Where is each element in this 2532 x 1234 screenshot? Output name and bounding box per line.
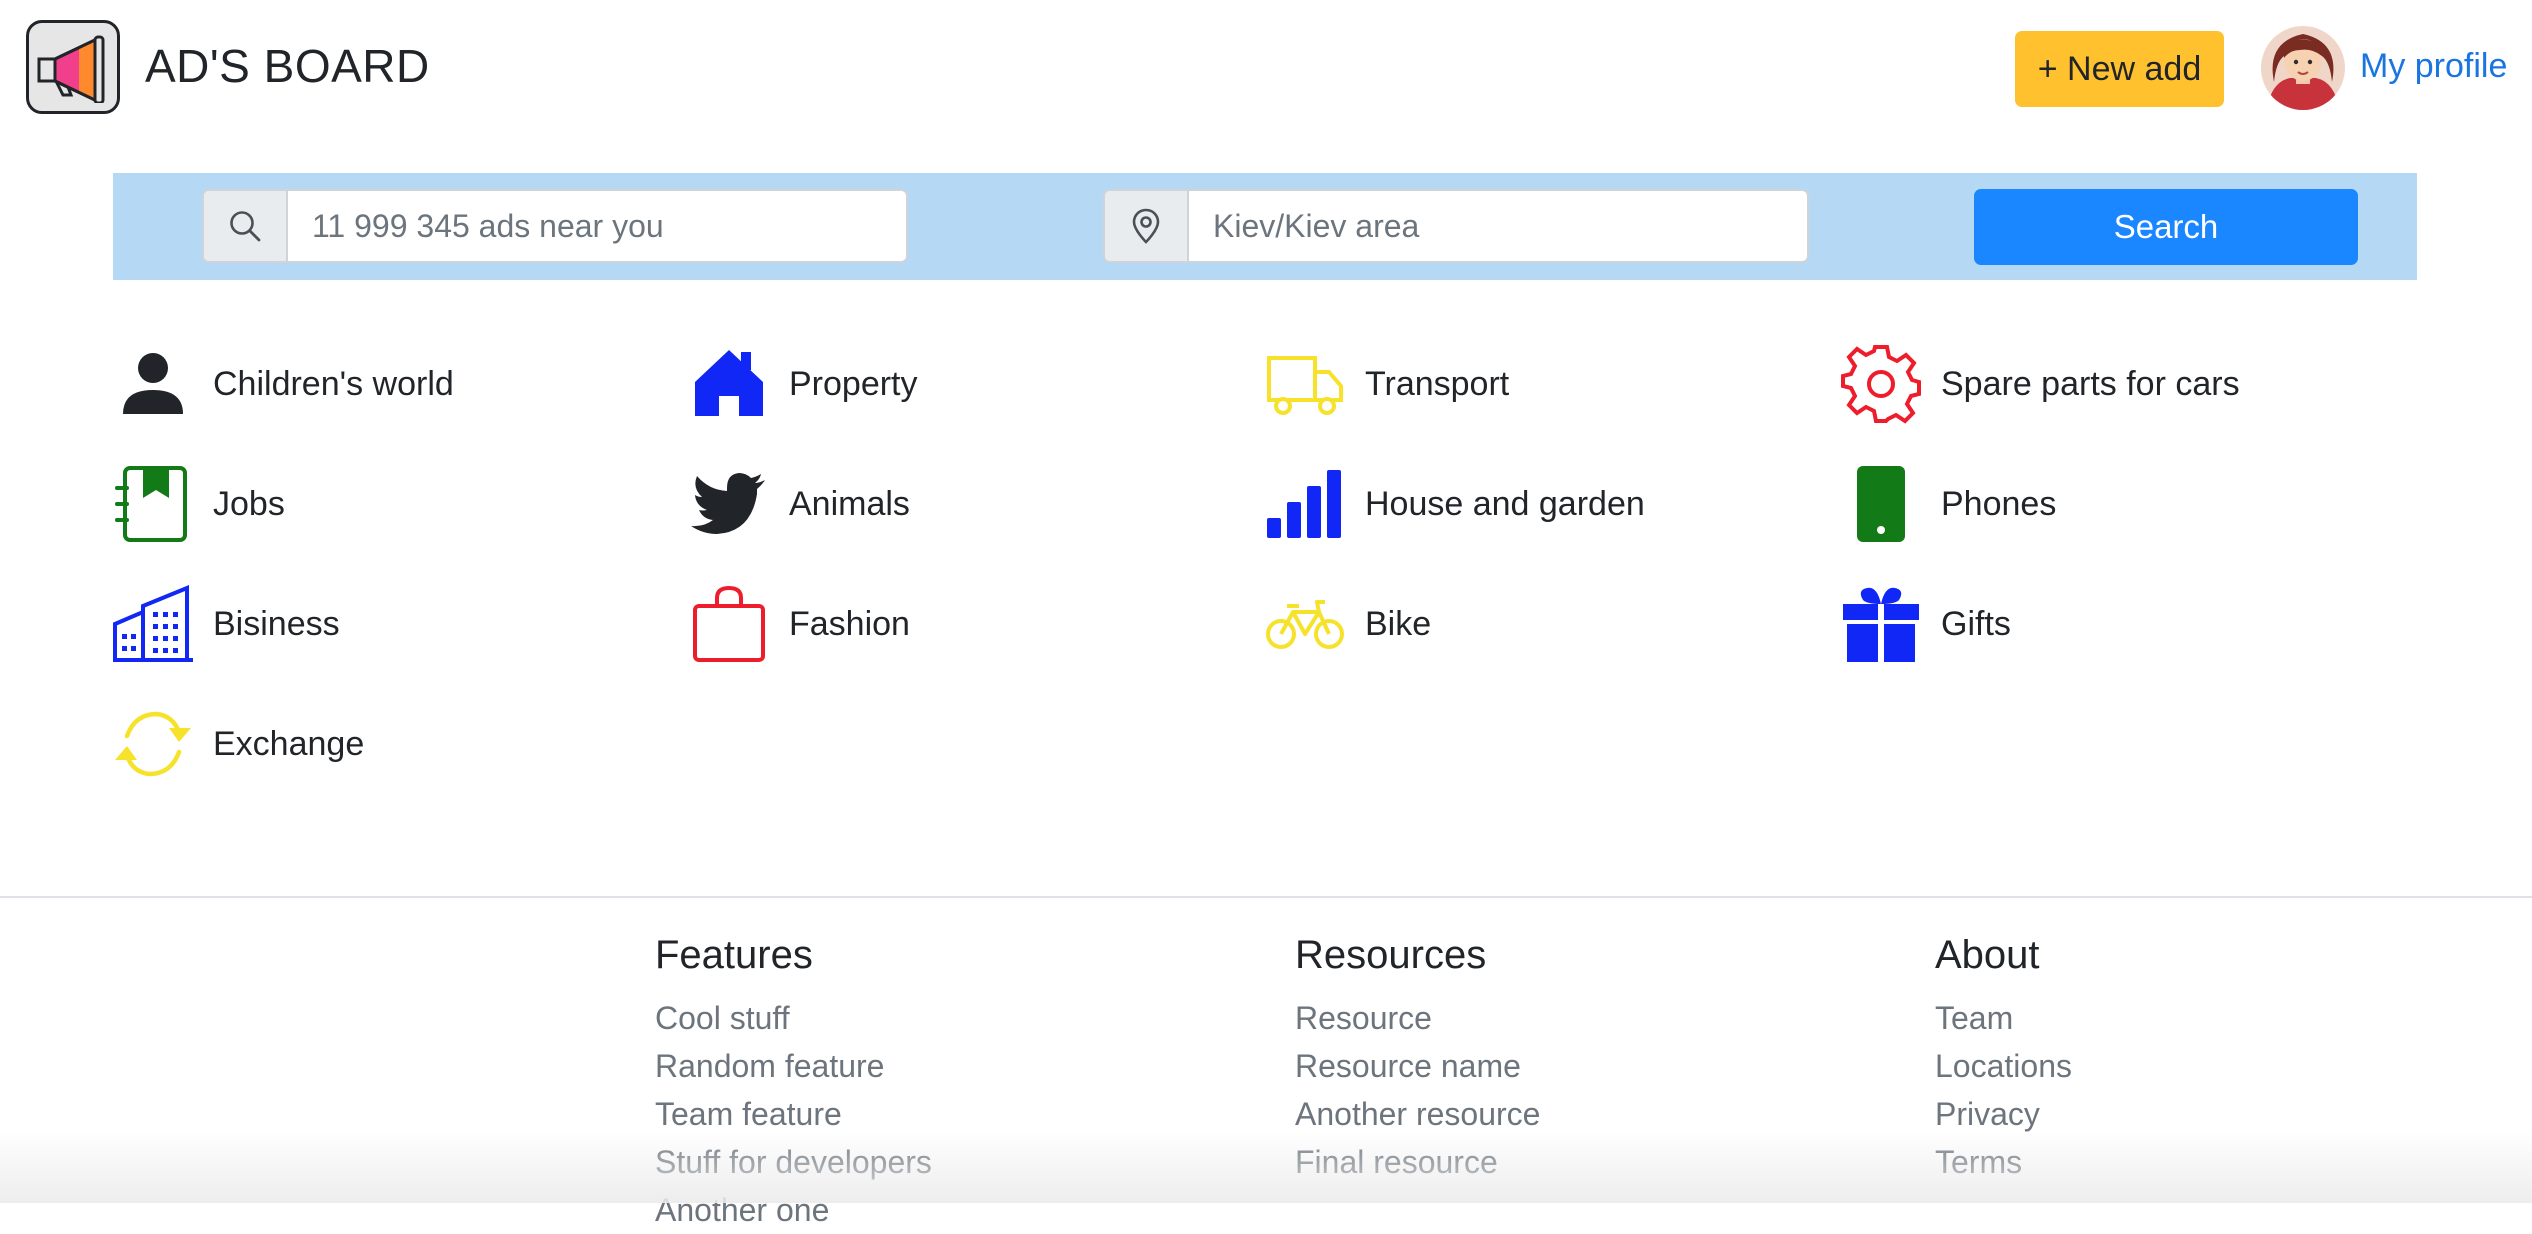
megaphone-logo-icon[interactable] [26, 20, 120, 114]
footer-features: Features Cool stuff Random feature Team … [655, 930, 932, 1234]
category-label: Exchange [213, 724, 365, 763]
my-profile-link[interactable]: My profile [2360, 44, 2507, 88]
bar-chart-icon [1265, 464, 1345, 544]
footer-heading: About [1935, 933, 2040, 977]
category-bike[interactable]: Bike [1265, 584, 1431, 664]
category-label: Fashion [789, 604, 910, 643]
footer-link[interactable]: Another resource [1295, 1090, 1540, 1138]
category-gifts[interactable]: Gifts [1841, 584, 2011, 664]
header: AD'S BOARD + New add My profile [0, 0, 2532, 140]
category-spare-parts[interactable]: Spare parts for cars [1841, 344, 2240, 424]
phone-icon [1841, 464, 1921, 544]
footer-link[interactable]: Locations [1935, 1042, 2072, 1090]
shopping-bag-icon [689, 584, 769, 664]
bird-icon [689, 464, 769, 544]
category-label: Spare parts for cars [1941, 364, 2240, 403]
search-button[interactable]: Search [1974, 189, 2358, 265]
footer-link[interactable]: Team feature [655, 1090, 932, 1138]
footer-link[interactable]: Final resource [1295, 1138, 1540, 1186]
bicycle-icon [1265, 584, 1345, 664]
category-label: House and garden [1365, 484, 1645, 523]
footer-link[interactable]: Terms [1935, 1138, 2072, 1186]
category-label: Phones [1941, 484, 2057, 523]
location-group [1103, 189, 1809, 263]
search-bar: Search [113, 173, 2417, 280]
footer-link[interactable]: Resource [1295, 994, 1540, 1042]
category-business[interactable]: Bisiness [113, 584, 340, 664]
category-label: Jobs [213, 484, 285, 523]
footer-link[interactable]: Stuff for developers [655, 1138, 932, 1186]
truck-icon [1265, 344, 1345, 424]
avatar[interactable] [2260, 22, 2346, 114]
house-icon [689, 344, 769, 424]
category-label: Bisiness [213, 604, 340, 643]
footer-heading: Features [655, 933, 813, 977]
arrows-cycle-icon [113, 704, 193, 784]
search-input[interactable] [288, 191, 906, 261]
category-property[interactable]: Property [689, 344, 918, 424]
journal-bookmark-icon [113, 464, 193, 544]
new-ad-button[interactable]: + New add [2015, 31, 2224, 107]
category-label: Children's world [213, 364, 454, 403]
location-input[interactable] [1189, 191, 1807, 261]
category-label: Gifts [1941, 604, 2011, 643]
category-label: Bike [1365, 604, 1432, 643]
footer-divider [0, 896, 2532, 898]
map-pin-icon [1105, 191, 1189, 261]
footer-about: About Team Locations Privacy Terms [1935, 930, 2072, 1186]
category-label: Property [789, 364, 918, 403]
footer-link[interactable]: Privacy [1935, 1090, 2072, 1138]
footer-link[interactable]: Random feature [655, 1042, 932, 1090]
category-house-and-garden[interactable]: House and garden [1265, 464, 1645, 544]
search-icon [204, 191, 288, 261]
footer-link[interactable]: Another one [655, 1186, 932, 1234]
category-childrens-world[interactable]: Children's world [113, 344, 454, 424]
footer-link[interactable]: Resource name [1295, 1042, 1540, 1090]
category-animals[interactable]: Animals [689, 464, 910, 544]
gear-icon [1841, 344, 1921, 424]
category-label: Transport [1365, 364, 1510, 403]
buildings-icon [113, 584, 193, 664]
footer-link[interactable]: Cool stuff [655, 994, 932, 1042]
brand-title: AD'S BOARD [145, 40, 430, 92]
person-icon [113, 344, 193, 424]
category-fashion[interactable]: Fashion [689, 584, 910, 664]
category-jobs[interactable]: Jobs [113, 464, 285, 544]
bottom-fade [0, 1130, 2532, 1203]
category-transport[interactable]: Transport [1265, 344, 1509, 424]
search-query-group [202, 189, 908, 263]
footer-link[interactable]: Team [1935, 994, 2072, 1042]
gift-icon [1841, 584, 1921, 664]
category-phones[interactable]: Phones [1841, 464, 2056, 544]
footer-heading: Resources [1295, 933, 1487, 977]
footer-resources: Resources Resource Resource name Another… [1295, 930, 1540, 1186]
category-label: Animals [789, 484, 910, 523]
category-exchange[interactable]: Exchange [113, 704, 364, 784]
